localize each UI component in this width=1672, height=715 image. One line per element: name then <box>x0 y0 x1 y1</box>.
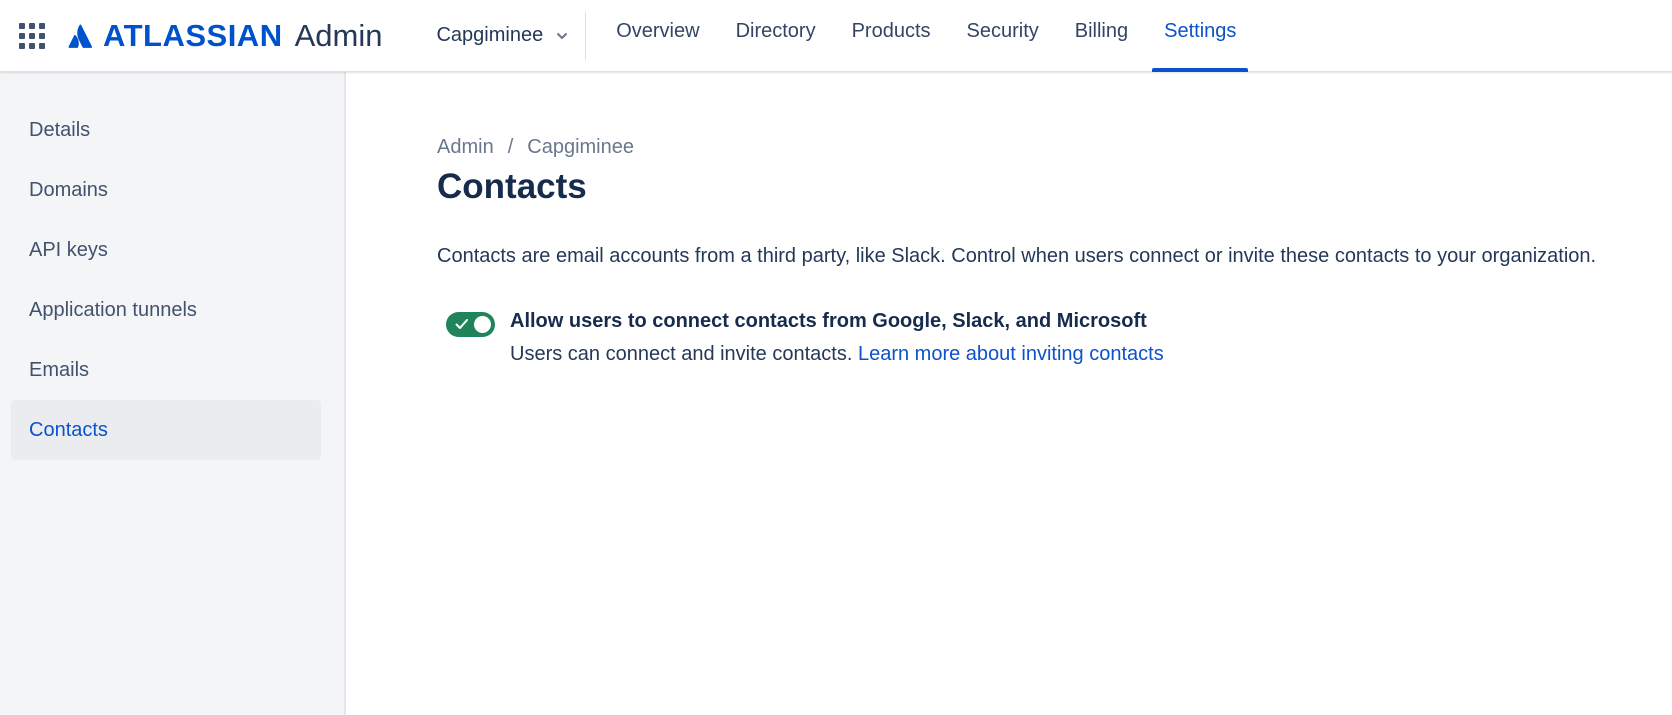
chevron-down-icon <box>557 32 568 39</box>
main-content: Admin / Capgiminee Contacts Contacts are… <box>437 72 1672 366</box>
toggle-knob <box>474 316 491 333</box>
sidebar-item-emails[interactable]: Emails <box>11 340 321 400</box>
contacts-setting: Allow users to connect contacts from Goo… <box>446 310 1672 366</box>
nav-products[interactable]: Products <box>834 0 949 72</box>
top-navigation: ATLASSIAN Admin Capgiminee Overview Dire… <box>0 0 1672 72</box>
sidebar-item-application-tunnels[interactable]: Application tunnels <box>11 280 321 340</box>
logo-wordmark: ATLASSIAN <box>103 17 283 53</box>
atlassian-admin-logo[interactable]: ATLASSIAN Admin <box>68 18 382 54</box>
settings-sidebar: Details Domains API keys Application tun… <box>0 72 346 715</box>
nav-billing[interactable]: Billing <box>1057 0 1146 72</box>
app-switcher-icon[interactable] <box>17 21 47 51</box>
setting-subtitle-text: Users can connect and invite contacts. <box>510 343 853 365</box>
page-title: Contacts <box>437 167 587 206</box>
setting-title: Allow users to connect contacts from Goo… <box>510 310 1147 332</box>
logo-product-name: Admin <box>294 17 383 53</box>
sidebar-item-contacts[interactable]: Contacts <box>11 400 321 460</box>
allow-contacts-toggle[interactable] <box>446 312 495 337</box>
main-nav: Overview Directory Products Security Bil… <box>598 0 1254 72</box>
nav-directory[interactable]: Directory <box>718 0 834 72</box>
breadcrumb-separator: / <box>507 136 514 158</box>
sidebar-item-domains[interactable]: Domains <box>11 160 321 220</box>
setting-text: Allow users to connect contacts from Goo… <box>510 310 1164 366</box>
breadcrumb-org[interactable]: Capgiminee <box>527 136 634 159</box>
org-name: Capgiminee <box>436 24 544 46</box>
setting-subtitle: Users can connect and invite contacts. L… <box>510 343 1164 366</box>
check-icon <box>455 319 468 329</box>
atlassian-logo-icon <box>68 23 93 48</box>
breadcrumb-admin[interactable]: Admin <box>437 136 494 159</box>
nav-divider <box>585 11 587 60</box>
nav-security[interactable]: Security <box>949 0 1057 72</box>
breadcrumb: Admin / Capgiminee <box>437 136 1672 159</box>
nav-overview[interactable]: Overview <box>598 0 717 72</box>
sidebar-item-details[interactable]: Details <box>11 100 321 160</box>
org-switcher[interactable]: Capgiminee <box>436 0 569 72</box>
nav-settings[interactable]: Settings <box>1146 0 1254 72</box>
sidebar-item-api-keys[interactable]: API keys <box>11 220 321 280</box>
page-description: Contacts are email accounts from a third… <box>437 245 1597 267</box>
learn-more-link[interactable]: Learn more about inviting contacts <box>858 343 1164 365</box>
